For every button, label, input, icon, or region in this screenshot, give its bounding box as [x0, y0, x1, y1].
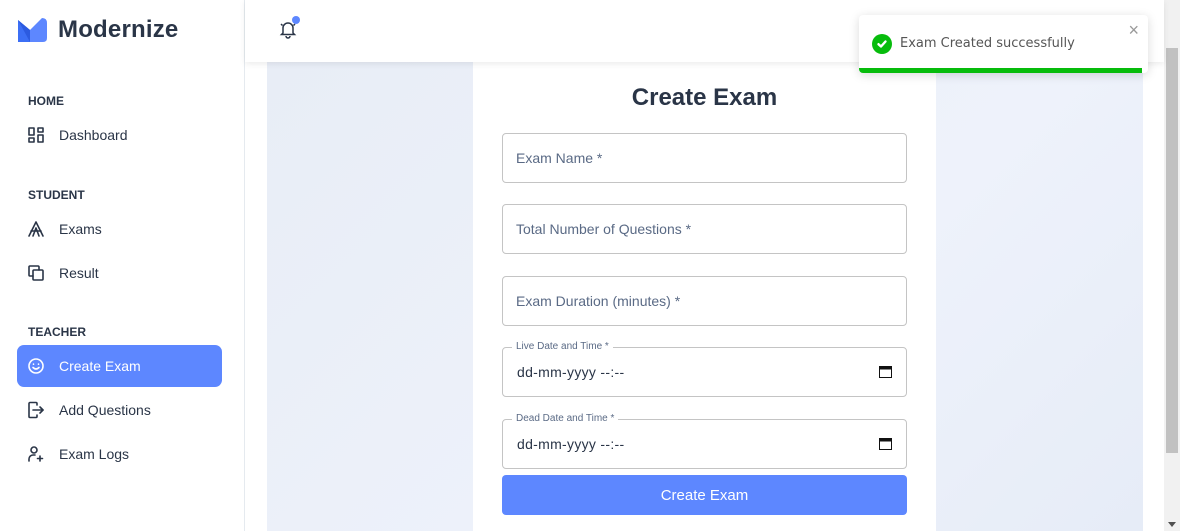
sidebar-item-add-questions[interactable]: Add Questions [17, 389, 222, 431]
exam-duration-placeholder: Exam Duration (minutes) * [516, 293, 681, 309]
dead-date-value: dd-mm-yyyy --:-- [517, 436, 625, 452]
sidebar-item-dashboard[interactable]: Dashboard [17, 114, 222, 156]
scroll-down-arrow[interactable] [1168, 522, 1176, 527]
page-title: Create Exam [631, 84, 778, 111]
sidebar-item-label: Create Exam [59, 358, 141, 374]
typography-icon [27, 220, 45, 238]
user-plus-icon [27, 445, 45, 463]
nav-section-teacher: TEACHER [28, 325, 87, 339]
copy-icon [27, 264, 45, 282]
sidebar-item-label: Add Questions [59, 402, 151, 418]
calendar-icon[interactable] [879, 365, 892, 378]
total-questions-placeholder: Total Number of Questions * [516, 221, 692, 237]
sidebar-item-label: Dashboard [59, 127, 128, 143]
sidebar-item-label: Result [59, 265, 99, 281]
success-toast: Exam Created successfully × [859, 15, 1148, 73]
dead-date-field[interactable]: Dead Date and Time * dd-mm-yyyy --:-- [502, 413, 907, 469]
scrollbar-thumb[interactable] [1166, 48, 1178, 453]
live-date-label: Live Date and Time * [512, 341, 613, 352]
check-circle-icon [872, 34, 892, 54]
exam-name-placeholder: Exam Name * [516, 150, 603, 166]
bell-icon[interactable] [278, 16, 300, 39]
toast-progress-bar [859, 68, 1143, 73]
sidebar-item-label: Exam Logs [59, 446, 130, 462]
brand-logo[interactable]: Modernize [16, 16, 178, 44]
mood-happy-icon [27, 357, 45, 375]
live-date-value: dd-mm-yyyy --:-- [517, 364, 625, 380]
exam-duration-field[interactable]: Exam Duration (minutes) * [502, 276, 907, 326]
sidebar-item-result[interactable]: Result [17, 252, 222, 294]
toast-message: Exam Created successfully [900, 36, 1075, 51]
sidebar-item-exam-logs[interactable]: Exam Logs [17, 433, 222, 475]
create-exam-button[interactable]: Create Exam [502, 475, 907, 515]
layout-dashboard-icon [27, 126, 45, 144]
logo-icon [18, 18, 47, 42]
nav-section-home: HOME [28, 94, 64, 108]
brand-name: Modernize [58, 16, 179, 43]
dead-date-label: Dead Date and Time * [512, 413, 619, 424]
sidebar: Modernize HOME Dashboard STUDENT Exams R… [0, 0, 245, 531]
sidebar-item-create-exam[interactable]: Create Exam [17, 345, 222, 387]
sidebar-item-exams[interactable]: Exams [17, 208, 222, 250]
total-questions-field[interactable]: Total Number of Questions * [502, 204, 907, 254]
exam-name-field[interactable]: Exam Name * [502, 133, 907, 183]
calendar-icon[interactable] [879, 437, 892, 450]
nav-section-student: STUDENT [28, 188, 85, 202]
notification-badge [292, 16, 300, 24]
live-date-field[interactable]: Live Date and Time * dd-mm-yyyy --:-- [502, 341, 907, 397]
page-scrollbar[interactable] [1164, 0, 1180, 531]
sidebar-item-label: Exams [59, 221, 102, 237]
login-icon [27, 401, 45, 419]
close-icon[interactable]: × [1128, 20, 1139, 41]
